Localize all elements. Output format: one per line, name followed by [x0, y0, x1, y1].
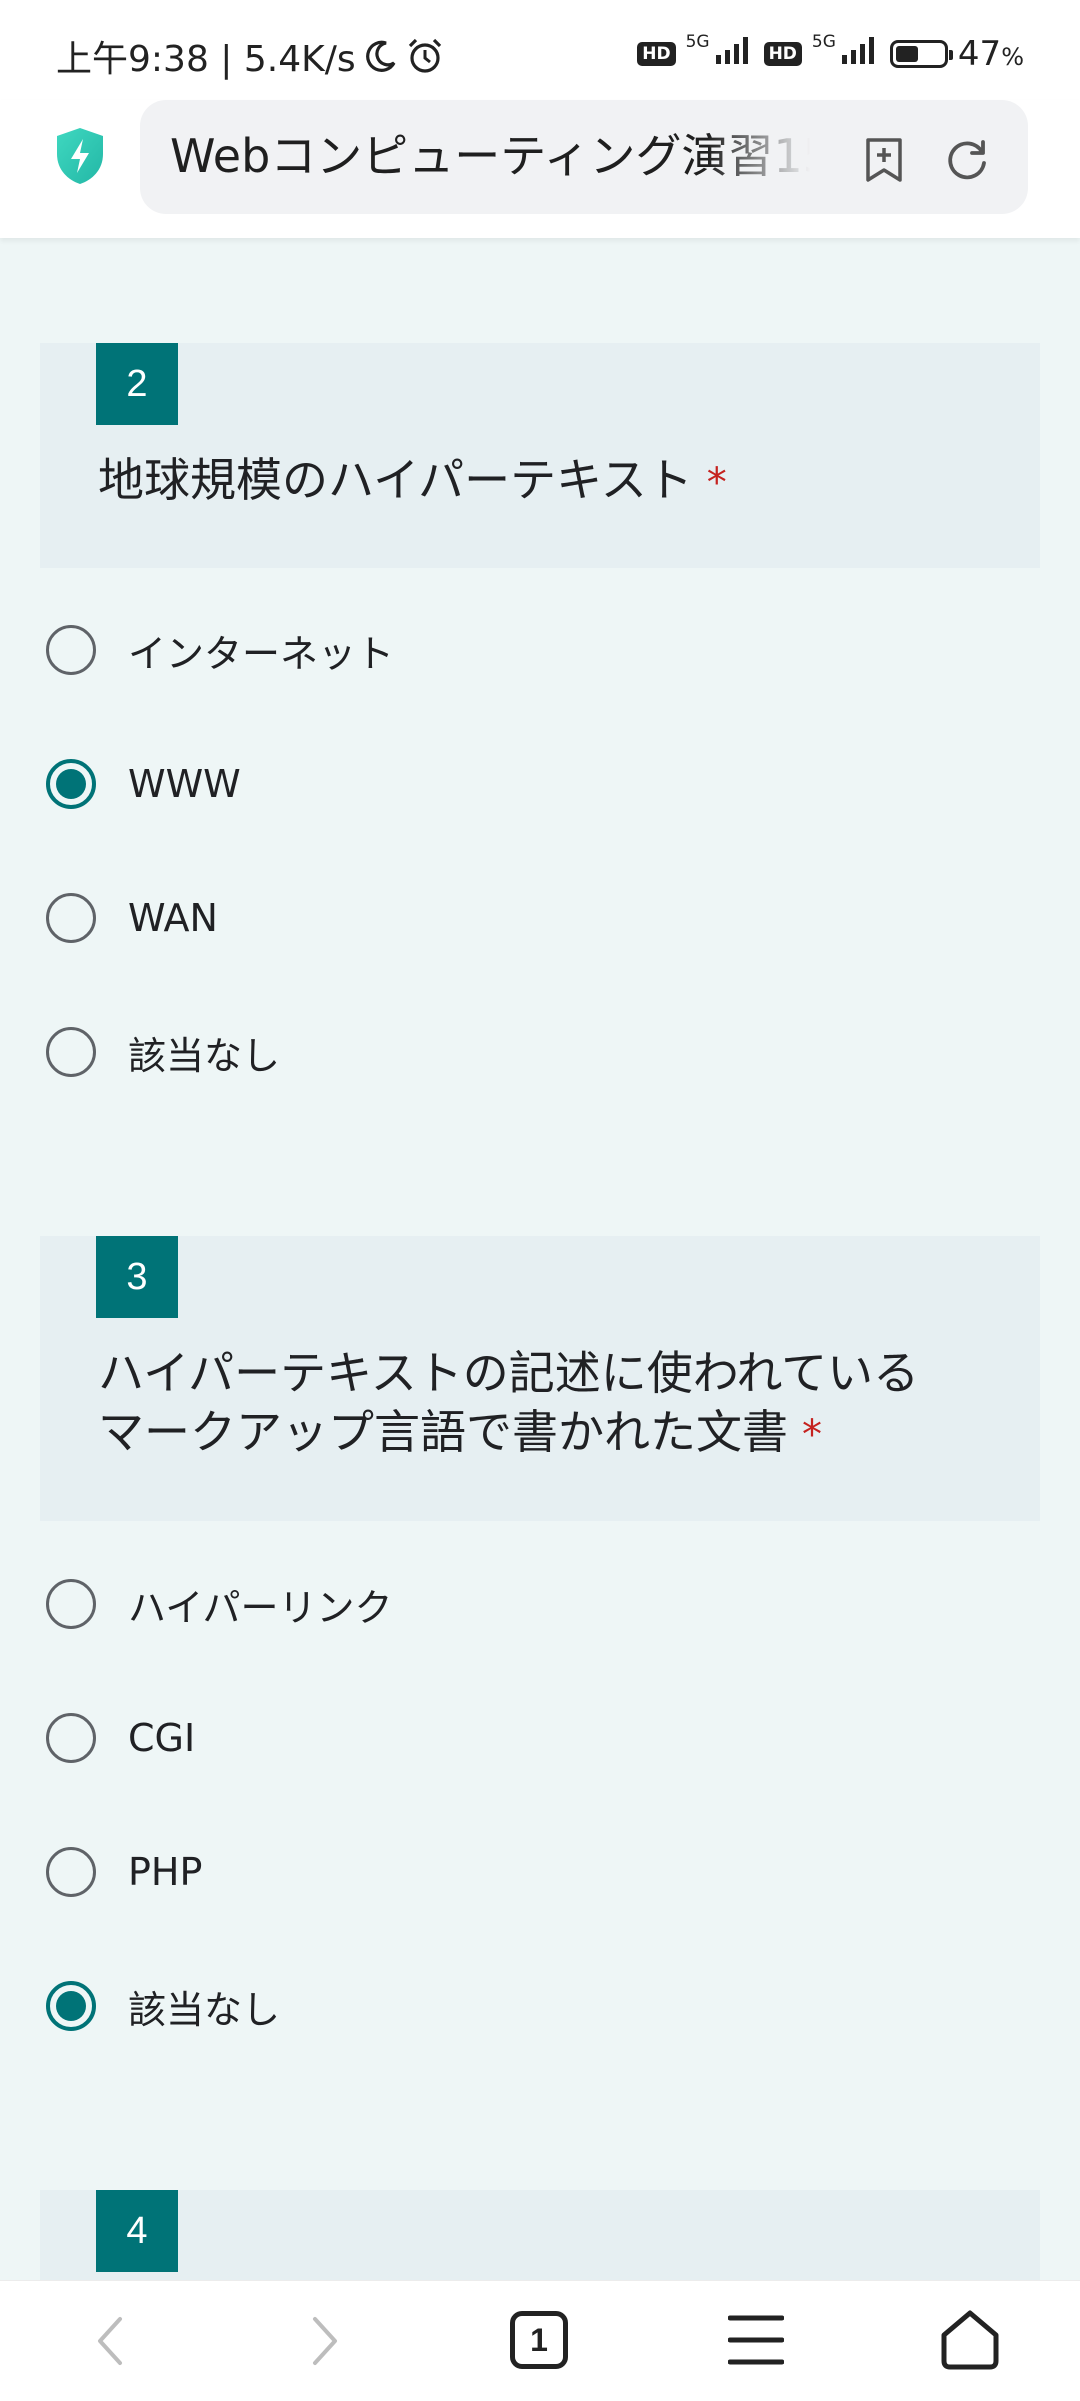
network-type-2: 5G — [811, 32, 836, 52]
status-bar: 上午9:38 | 5.4K/s HD 5G HD 5G 47% — [0, 0, 1080, 100]
option-none[interactable]: 該当なし — [46, 1966, 946, 2046]
radio-button[interactable] — [46, 1981, 96, 2031]
option-label: CGI — [128, 1716, 196, 1760]
battery-percent: 47% — [957, 34, 1024, 74]
radio-button[interactable] — [46, 759, 96, 809]
status-left: 上午9:38 | 5.4K/s — [56, 30, 444, 82]
option-php[interactable]: PHP — [46, 1832, 946, 1912]
shield-icon[interactable] — [54, 126, 106, 190]
option-label: WWW — [128, 762, 241, 806]
required-mark: * — [706, 460, 727, 506]
battery-icon — [889, 40, 953, 68]
address-bar[interactable]: Webコンピューティング演習15 — [140, 100, 1028, 214]
radio-button[interactable] — [46, 1847, 96, 1897]
option-label: 該当なし — [128, 1033, 281, 1078]
option-label: PHP — [128, 1850, 203, 1894]
required-mark: * — [802, 1412, 822, 1458]
bottom-navigation: 1 — [0, 2280, 1080, 2401]
question-4-header: 4 — [40, 2190, 1040, 2280]
option-label: 該当なし — [128, 1987, 281, 2032]
radio-button[interactable] — [46, 625, 96, 675]
option-none[interactable]: 該当なし — [46, 1012, 946, 1092]
option-cgi[interactable]: CGI — [46, 1698, 946, 1778]
question-number: 3 — [96, 1236, 178, 1318]
option-www[interactable]: WWW — [46, 744, 946, 824]
radio-button[interactable] — [46, 893, 96, 943]
radio-button[interactable] — [46, 1579, 96, 1629]
signal-icon — [714, 34, 754, 74]
status-right: HD 5G HD 5G 47% — [637, 32, 1024, 74]
network-type-1: 5G — [685, 32, 710, 52]
hd-badge-2: HD — [763, 42, 802, 66]
question-2-header: 2 地球規模のハイパーテキスト * — [40, 343, 1040, 568]
battery-level — [895, 46, 918, 62]
option-hyperlink[interactable]: ハイパーリンク — [46, 1564, 946, 1644]
question-title: 地球規模のハイパーテキスト * — [98, 453, 727, 507]
hd-badge: HD — [637, 42, 676, 66]
back-icon[interactable] — [90, 2311, 130, 2375]
radio-button[interactable] — [46, 1027, 96, 1077]
question-number: 2 — [96, 343, 178, 425]
bookmark-add-icon[interactable] — [862, 136, 906, 188]
reload-icon[interactable] — [944, 136, 990, 186]
menu-icon[interactable] — [727, 2313, 785, 2371]
question-title: ハイパーテキストの記述に使われている マークアップ言語で書かれた文書 * — [98, 1346, 920, 1459]
forward-icon[interactable] — [305, 2311, 345, 2375]
home-icon[interactable] — [938, 2307, 1002, 2375]
option-internet[interactable]: インターネット — [46, 610, 946, 690]
tabs-icon[interactable]: 1 — [510, 2311, 568, 2369]
option-label: インターネット — [128, 631, 395, 676]
option-label: ハイパーリンク — [128, 1585, 393, 1630]
radio-button[interactable] — [46, 1713, 96, 1763]
question-3-header: 3 ハイパーテキストの記述に使われている マークアップ言語で書かれた文書 * — [40, 1236, 1040, 1521]
alarm-icon — [406, 37, 444, 75]
option-label: WAN — [128, 896, 218, 940]
status-time-speed: 上午9:38 | 5.4K/s — [56, 39, 356, 80]
moon-icon — [364, 39, 398, 73]
browser-toolbar: Webコンピューティング演習15 — [0, 100, 1080, 238]
page-title[interactable]: Webコンピューティング演習15 — [170, 126, 810, 186]
question-number: 4 — [96, 2190, 178, 2272]
signal-icon-2 — [840, 34, 880, 74]
option-wan[interactable]: WAN — [46, 878, 946, 958]
